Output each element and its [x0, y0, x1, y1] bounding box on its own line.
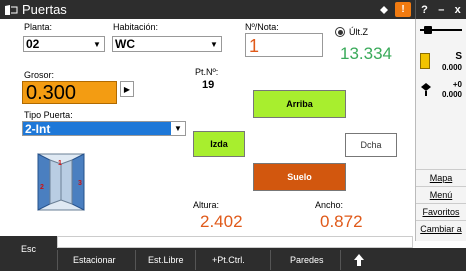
- minimize-button[interactable]: –: [438, 4, 444, 16]
- tipo-puerta-value: 2-Int: [23, 122, 171, 136]
- chevron-down-icon: ▼: [93, 39, 101, 49]
- separator: [340, 250, 341, 270]
- arriba-button[interactable]: Arriba: [253, 90, 346, 118]
- t-label: +0: [452, 80, 462, 89]
- door-marker-3: 3: [78, 180, 82, 187]
- title-bar: Puertas !: [0, 0, 415, 19]
- close-button[interactable]: x: [455, 4, 461, 16]
- separator: [195, 250, 196, 270]
- altura-value: 2.402: [200, 212, 243, 231]
- double-door-diagram: 1 2 3: [30, 152, 92, 212]
- chevron-down-icon: ▼: [210, 39, 218, 49]
- t-value: 0.000: [441, 90, 462, 99]
- ancho-label: Ancho:: [315, 200, 344, 210]
- separator: [270, 250, 271, 270]
- pt-ctrl-button[interactable]: +Pt.Ctrl.: [212, 252, 245, 268]
- tipo-puerta-label: Tipo Puerta:: [24, 110, 73, 120]
- habitacion-label: Habitación:: [113, 22, 159, 32]
- tipo-puerta-select[interactable]: 2-Int ▼: [22, 121, 186, 136]
- window-controls: ? – x: [415, 0, 466, 19]
- right-menu: Mapa Menú Favoritos Cambiar a: [416, 169, 466, 237]
- grosor-value: 0.300: [26, 82, 77, 104]
- nota-field[interactable]: 1: [245, 33, 323, 57]
- suelo-button[interactable]: Suelo: [253, 163, 346, 191]
- esc-button[interactable]: Esc: [0, 236, 57, 271]
- menu-menu[interactable]: Menú: [416, 186, 466, 203]
- altura-label: Altura:: [193, 200, 220, 210]
- door-marker-2: 2: [40, 184, 44, 191]
- instrument-icon: [420, 82, 432, 99]
- planta-select[interactable]: 02 ▼: [23, 36, 105, 52]
- ult-z-value: 13.334: [340, 44, 392, 63]
- menu-mapa[interactable]: Mapa: [416, 169, 466, 186]
- grosor-arrow-button[interactable]: ▶: [120, 81, 134, 97]
- command-line-input[interactable]: [57, 236, 413, 248]
- separator: [57, 250, 58, 270]
- ptn-value: 19: [202, 79, 215, 91]
- izda-button[interactable]: Izda: [193, 131, 245, 157]
- habitacion-select[interactable]: WC ▼: [112, 36, 222, 52]
- radio-selected-icon: [335, 27, 345, 37]
- estacionar-button[interactable]: Estacionar: [73, 252, 116, 268]
- s-value: 0.000: [441, 63, 462, 72]
- right-panel: S 0.000 +0 0.000 Mapa Menú Favoritos Cam…: [415, 19, 466, 241]
- window-title: Puertas: [22, 2, 67, 17]
- planta-value: 02: [26, 37, 40, 51]
- menu-favoritos[interactable]: Favoritos: [416, 203, 466, 220]
- door-app-icon: [0, 0, 22, 19]
- grosor-label: Grosor:: [24, 70, 55, 80]
- battery-icon: [420, 53, 430, 69]
- location-icon[interactable]: [376, 2, 392, 17]
- ult-z-label: Últ.Z: [349, 27, 368, 37]
- habitacion-value: WC: [115, 37, 135, 51]
- chevron-down-icon: ▼: [174, 124, 182, 133]
- est-libre-button[interactable]: Est.Libre: [148, 252, 184, 268]
- nota-label: Nº/Nota:: [245, 22, 279, 32]
- planta-label: Planta:: [24, 22, 53, 32]
- paredes-button[interactable]: Paredes: [290, 252, 324, 268]
- nota-value: 1: [249, 36, 260, 56]
- door-marker-1: 1: [58, 160, 62, 167]
- warning-icon[interactable]: !: [395, 2, 411, 17]
- help-button[interactable]: ?: [421, 4, 428, 16]
- prism-pole-icon: [420, 25, 462, 35]
- ancho-value: 0.872: [320, 212, 363, 231]
- ptn-label: Pt.Nº:: [195, 67, 219, 77]
- grosor-field[interactable]: 0.300: [22, 81, 117, 104]
- menu-cambiar-a[interactable]: Cambiar a: [416, 220, 466, 237]
- ult-z-radio[interactable]: Últ.Z: [335, 27, 368, 37]
- up-arrow-icon[interactable]: [354, 252, 364, 268]
- dcha-button[interactable]: Dcha: [345, 133, 397, 157]
- s-label: S: [455, 51, 462, 62]
- separator: [135, 250, 136, 270]
